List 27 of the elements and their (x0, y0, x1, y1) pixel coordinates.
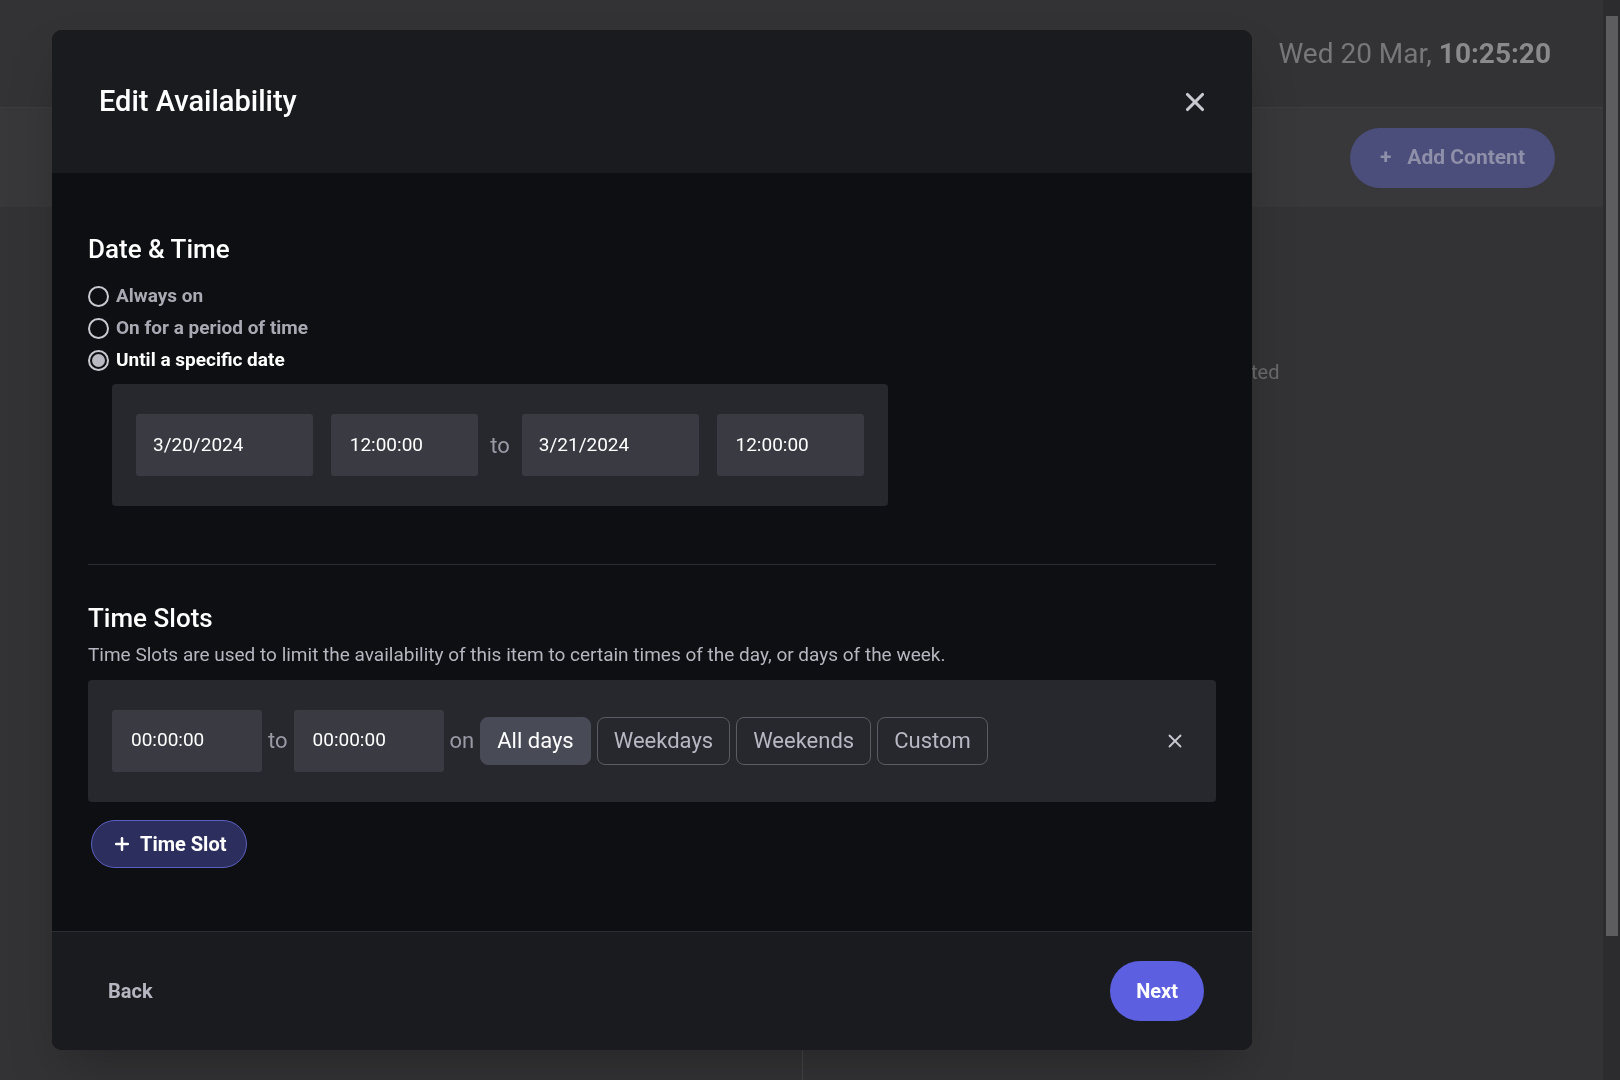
time-field[interactable]: 00:00:00 (112, 709, 262, 772)
date-field[interactable]: 3/21/2024 (521, 414, 699, 476)
radio-label: Until a specific date (116, 346, 285, 373)
section-heading: Time Slots (88, 602, 214, 635)
on-label: on (449, 727, 475, 755)
radio-button[interactable] (88, 349, 109, 371)
date-field[interactable]: 3/20/2024 (136, 414, 313, 476)
day-option[interactable]: All days (480, 716, 591, 765)
add-time-slot-button[interactable]: Time Slot (91, 819, 248, 868)
section-heading: Date & Time (88, 233, 231, 266)
time-field[interactable]: 12:00:00 (716, 414, 864, 476)
clock-text: Wed 20 Mar, 10:25:20 (1278, 35, 1551, 72)
back-button[interactable]: Back (108, 976, 153, 1006)
day-option[interactable]: Custom (877, 716, 988, 765)
time-field[interactable]: 12:00:00 (330, 414, 479, 476)
section-description: Time Slots are used to limit the availability of this item to certain times of the day, or days of the week. (88, 642, 947, 668)
day-option[interactable]: Weekends (736, 716, 872, 765)
time-field[interactable]: 00:00:00 (293, 709, 444, 772)
radio-label: On for a period of time (116, 314, 309, 341)
next-button[interactable]: Next (1110, 961, 1204, 1021)
day-option[interactable]: Weekdays (596, 716, 731, 765)
radio-button[interactable] (88, 317, 109, 339)
dialog-title: Edit Availability (99, 82, 297, 120)
range-separator: to (490, 431, 510, 460)
radio-button[interactable] (88, 285, 109, 307)
range-separator: to (268, 727, 288, 755)
radio-label: Always on (116, 282, 204, 309)
